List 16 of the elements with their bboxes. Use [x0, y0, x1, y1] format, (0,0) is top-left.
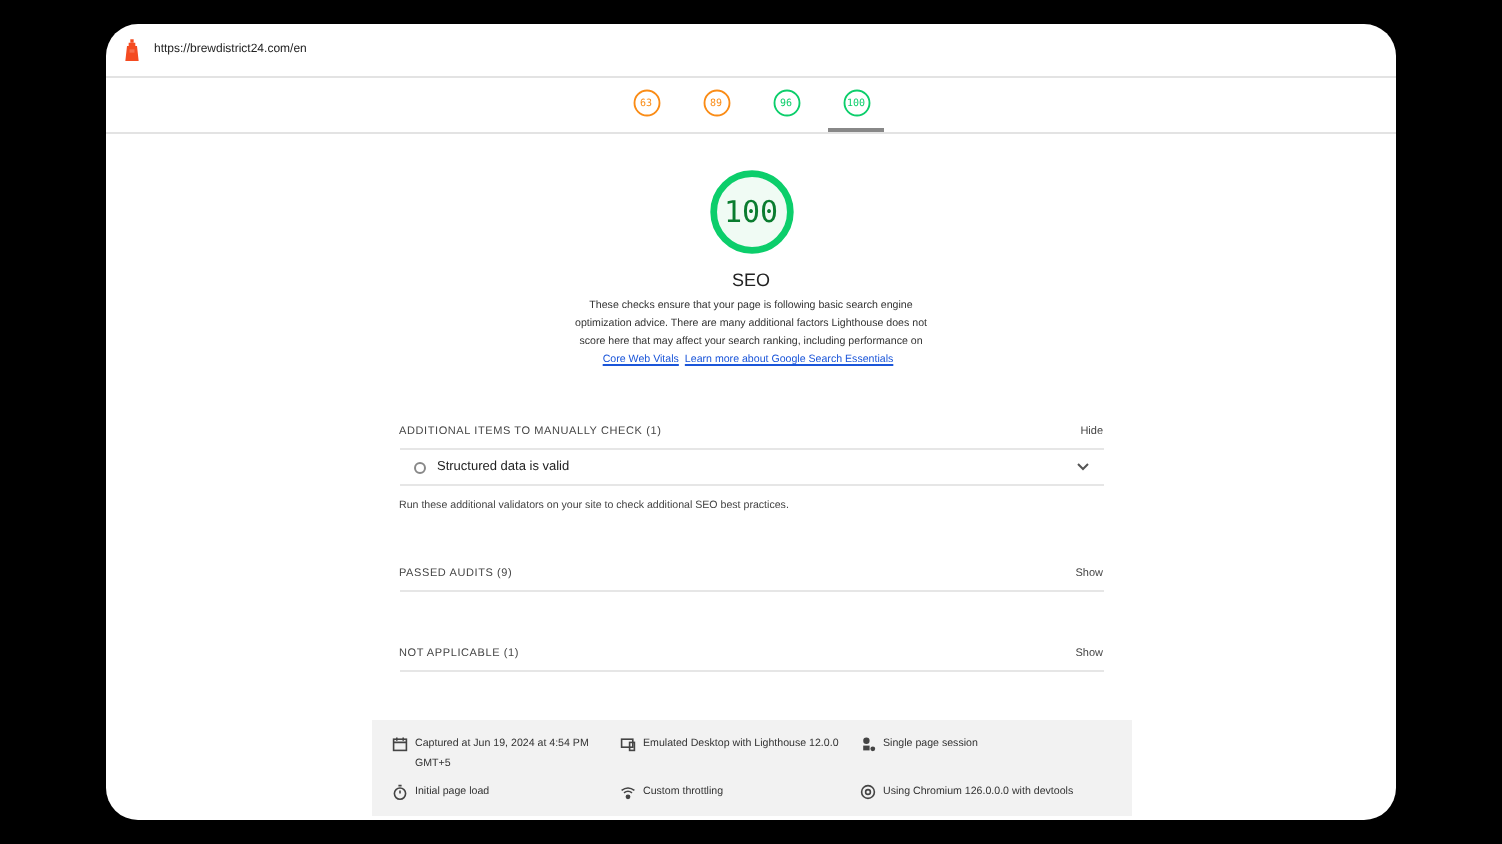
score-gauge: [701, 88, 731, 118]
chevron-icon: [1075, 462, 1089, 472]
session-icon: [859, 736, 875, 752]
browser-icon: [859, 784, 875, 800]
timer-icon: [391, 784, 407, 800]
lighthouse-icon: [122, 37, 142, 63]
score-value: 100: [723, 194, 779, 230]
score-gauge: [771, 88, 801, 118]
throttle-icon: [619, 784, 635, 800]
score-gauge: [705, 166, 797, 258]
category-title: SEO: [731, 270, 770, 290]
calendar-icon: [391, 736, 407, 752]
desktop-icon: [619, 736, 635, 752]
status-icon: [413, 461, 425, 473]
score-gauge: [841, 88, 871, 118]
score-gauge: [631, 88, 661, 118]
